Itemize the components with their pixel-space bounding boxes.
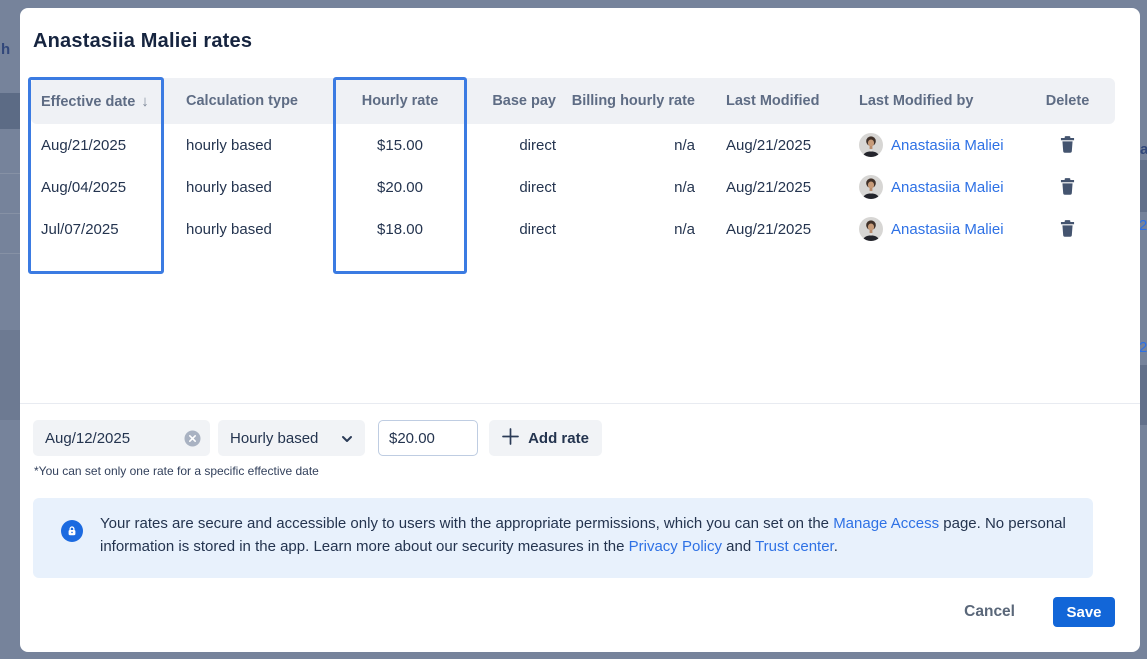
column-header-effective-date[interactable]: Effective date↓ <box>31 93 161 110</box>
calculation-type-value: Hourly based <box>230 430 318 447</box>
backdrop-band <box>0 330 20 420</box>
hourly-rate-cell: $18.00 <box>336 221 464 238</box>
delete-cell <box>1020 218 1115 241</box>
last-modified-by-cell: Anastasiia Maliei <box>845 133 1020 157</box>
plus-icon <box>502 428 519 449</box>
backdrop-band <box>1140 365 1147 425</box>
dialog-footer: Cancel Save <box>958 597 1115 627</box>
hourly-rate-cell: $15.00 <box>336 137 464 154</box>
cancel-button[interactable]: Cancel <box>958 602 1021 622</box>
calculation-type-cell: hourly based <box>161 221 336 238</box>
backdrop-band <box>1140 160 1147 212</box>
hourly-rate-input[interactable] <box>378 420 478 456</box>
base-pay-cell: direct <box>464 221 570 238</box>
calculation-type-cell: hourly based <box>161 137 336 154</box>
backdrop-text-fragment: 2 <box>1139 340 1147 356</box>
info-text-part: . <box>834 538 838 555</box>
divider <box>20 403 1140 404</box>
avatar <box>859 133 883 157</box>
effective-date-cell: Aug/04/2025 <box>31 179 161 196</box>
info-text-part: and <box>722 538 755 555</box>
delete-button[interactable] <box>1056 218 1079 239</box>
column-header-delete: Delete <box>1020 93 1115 109</box>
last-modified-by-cell: Anastasiia Maliei <box>845 217 1020 241</box>
rates-table: Effective date↓ Calculation type Hourly … <box>31 78 1115 250</box>
delete-cell <box>1020 176 1115 199</box>
backdrop-row-line <box>0 173 20 174</box>
rates-dialog: Anastasiia Maliei rates Effective date↓ … <box>20 8 1140 652</box>
user-link[interactable]: Anastasiia Maliei <box>891 137 1004 154</box>
sort-descending-icon: ↓ <box>141 93 149 110</box>
base-pay-cell: direct <box>464 179 570 196</box>
backdrop-band <box>0 93 20 129</box>
chevron-down-icon <box>341 430 353 447</box>
column-header-calculation-type: Calculation type <box>161 93 336 109</box>
effective-date-cell: Jul/07/2025 <box>31 221 161 238</box>
effective-date-cell: Aug/21/2025 <box>31 137 161 154</box>
backdrop-text-fragment: h <box>1 42 10 58</box>
note-text: *You can set only one rate for a specifi… <box>34 464 319 478</box>
clear-date-button[interactable] <box>184 430 201 447</box>
backdrop-row-line <box>0 213 20 214</box>
add-rate-form: Aug/12/2025 Hourly based Add rate <box>33 420 602 456</box>
delete-button[interactable] <box>1056 134 1079 155</box>
avatar <box>859 175 883 199</box>
dialog-title: Anastasiia Maliei rates <box>33 30 252 53</box>
effective-date-input[interactable]: Aug/12/2025 <box>33 420 210 456</box>
security-info-box: Your rates are secure and accessible onl… <box>33 498 1093 578</box>
last-modified-cell: Aug/21/2025 <box>710 137 845 154</box>
backdrop-row-line <box>0 253 20 254</box>
column-header-last-modified: Last Modified <box>710 93 845 109</box>
delete-button[interactable] <box>1056 176 1079 197</box>
table-header-row: Effective date↓ Calculation type Hourly … <box>31 78 1115 124</box>
base-pay-cell: direct <box>464 137 570 154</box>
last-modified-by-cell: Anastasiia Maliei <box>845 175 1020 199</box>
table-row: Aug/21/2025 hourly based $15.00 direct n… <box>31 124 1115 166</box>
trash-icon <box>1060 141 1075 156</box>
trash-icon <box>1060 183 1075 198</box>
info-text-part: Your rates are secure and accessible onl… <box>100 515 833 532</box>
billing-hourly-rate-cell: n/a <box>570 179 710 196</box>
save-button[interactable]: Save <box>1053 597 1115 627</box>
table-row: Jul/07/2025 hourly based $18.00 direct n… <box>31 208 1115 250</box>
backdrop-text-fragment: 2 <box>1139 218 1147 234</box>
lock-icon <box>61 520 83 542</box>
clear-icon <box>184 435 201 450</box>
hourly-rate-cell: $20.00 <box>336 179 464 196</box>
privacy-policy-link[interactable]: Privacy Policy <box>629 538 722 555</box>
column-header-base-pay: Base pay <box>464 93 570 109</box>
column-header-last-modified-by: Last Modified by <box>845 93 1020 109</box>
trust-center-link[interactable]: Trust center <box>755 538 834 555</box>
manage-access-link[interactable]: Manage Access <box>833 515 939 532</box>
column-header-hourly-rate: Hourly rate <box>336 93 464 109</box>
calculation-type-select[interactable]: Hourly based <box>218 420 365 456</box>
delete-cell <box>1020 134 1115 157</box>
billing-hourly-rate-cell: n/a <box>570 221 710 238</box>
calculation-type-cell: hourly based <box>161 179 336 196</box>
add-rate-label: Add rate <box>528 430 589 447</box>
user-link[interactable]: Anastasiia Maliei <box>891 179 1004 196</box>
billing-hourly-rate-cell: n/a <box>570 137 710 154</box>
trash-icon <box>1060 225 1075 240</box>
last-modified-cell: Aug/21/2025 <box>710 221 845 238</box>
security-info-text: Your rates are secure and accessible onl… <box>100 513 1078 558</box>
add-rate-button[interactable]: Add rate <box>489 420 602 456</box>
backdrop-text-fragment: a <box>1140 142 1147 158</box>
user-link[interactable]: Anastasiia Maliei <box>891 221 1004 238</box>
last-modified-cell: Aug/21/2025 <box>710 179 845 196</box>
avatar <box>859 217 883 241</box>
effective-date-value: Aug/12/2025 <box>45 430 130 447</box>
table-row: Aug/04/2025 hourly based $20.00 direct n… <box>31 166 1115 208</box>
column-header-billing-hourly-rate: Billing hourly rate <box>570 93 710 109</box>
